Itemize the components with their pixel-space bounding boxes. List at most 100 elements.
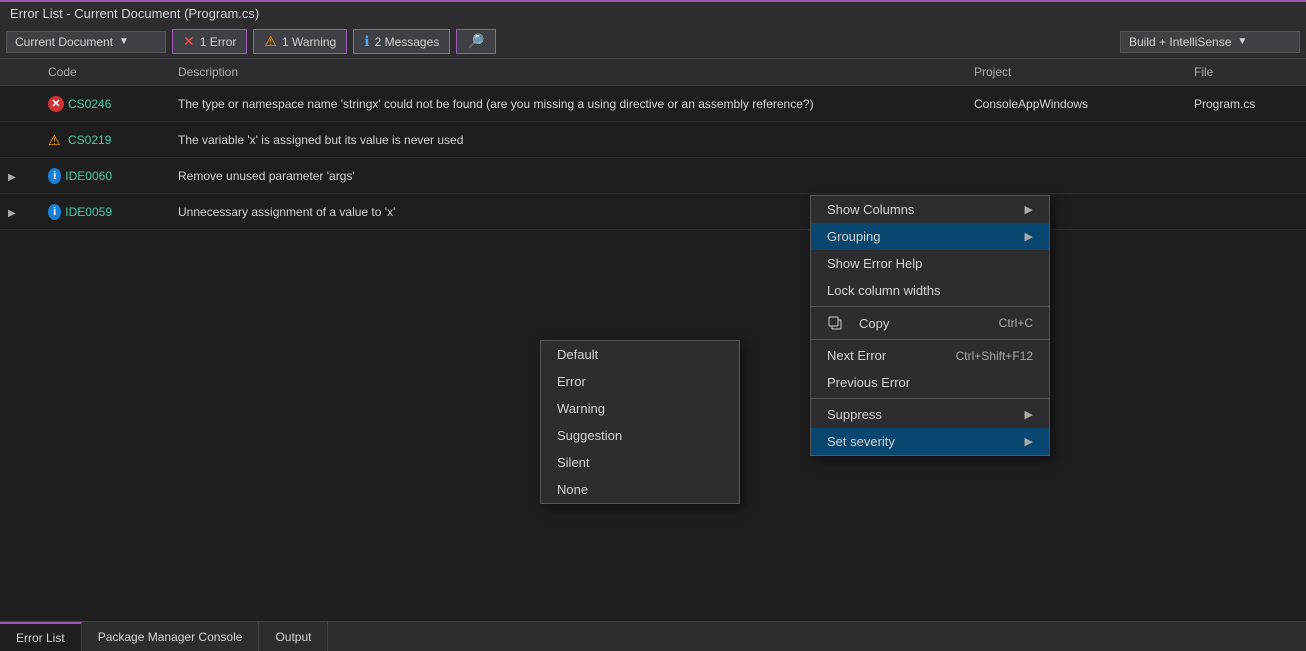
expand-arrow-icon: ▶ <box>8 172 16 183</box>
warning-filter-label: 1 Warning <box>282 35 336 49</box>
next-error-label: Next Error <box>827 348 886 363</box>
warning-icon: ⚠ <box>264 33 277 50</box>
submenu-item-none[interactable]: None <box>541 476 739 503</box>
info-icon: i <box>48 204 61 220</box>
error-icon: ✕ <box>48 96 64 112</box>
show-columns-label: Show Columns <box>827 202 914 217</box>
row-expand-col <box>0 100 40 108</box>
messages-filter-label: 2 Messages <box>375 35 440 49</box>
tab-output-label: Output <box>275 630 311 644</box>
col-header-code[interactable]: Code <box>40 63 120 81</box>
row-icon-col <box>120 208 170 216</box>
lock-columns-label: Lock column widths <box>827 283 940 298</box>
menu-copy[interactable]: Copy Ctrl+C <box>811 309 1049 337</box>
submenu-item-warning[interactable]: Warning <box>541 395 739 422</box>
error-filter-button[interactable]: ✕ 1 Error <box>172 29 247 54</box>
none-label: None <box>557 482 588 497</box>
set-severity-label: Set severity <box>827 434 895 449</box>
chevron-down-icon-build: ▼ <box>1237 36 1247 47</box>
warning-label: Warning <box>557 401 605 416</box>
row-project-col <box>966 172 1186 180</box>
show-error-help-label: Show Error Help <box>827 256 922 271</box>
row-file-col <box>1186 136 1306 144</box>
table-row[interactable]: ⚠ CS0219 The variable 'x' is assigned bu… <box>0 122 1306 158</box>
row-description-col: Remove unused parameter 'args' <box>170 165 966 187</box>
menu-suppress[interactable]: Suppress ▶ <box>811 401 1049 428</box>
warning-icon: ⚠ <box>48 132 64 148</box>
row-icon-col <box>120 172 170 180</box>
submenu-item-suggestion[interactable]: Suggestion <box>541 422 739 449</box>
warning-filter-button[interactable]: ⚠ 1 Warning <box>253 29 347 54</box>
error-icon: ✕ <box>183 33 195 50</box>
row-project-col: ConsoleAppWindows <box>966 93 1186 115</box>
table-row[interactable]: ▶ i IDE0060 Remove unused parameter 'arg… <box>0 158 1306 194</box>
menu-next-error[interactable]: Next Error Ctrl+Shift+F12 <box>811 342 1049 369</box>
tab-package-manager-label: Package Manager Console <box>98 630 243 644</box>
title-bar: Error List - Current Document (Program.c… <box>0 0 1306 25</box>
menu-separator-3 <box>811 398 1049 399</box>
table-row[interactable]: ▶ i IDE0059 Unnecessary assignment of a … <box>0 194 1306 230</box>
menu-show-error-help[interactable]: Show Error Help <box>811 250 1049 277</box>
tab-output[interactable]: Output <box>259 622 328 651</box>
row-expand-col[interactable]: ▶ <box>0 201 40 223</box>
warning-code[interactable]: CS0219 <box>68 133 111 147</box>
menu-separator-2 <box>811 339 1049 340</box>
col-header-project[interactable]: Project <box>966 63 1186 81</box>
row-code-col: ⚠ CS0219 <box>40 128 120 152</box>
tab-error-list[interactable]: Error List <box>0 622 82 651</box>
chevron-down-icon: ▼ <box>119 36 129 47</box>
col-header-description[interactable]: Description <box>170 63 966 81</box>
table-header: Code Description Project File <box>0 59 1306 86</box>
info-icon: ℹ <box>364 33 369 50</box>
submenu-item-default[interactable]: Default <box>541 341 739 368</box>
row-icon-col <box>120 100 170 108</box>
row-project-col <box>966 136 1186 144</box>
row-code-col: ✕ CS0246 <box>40 92 120 116</box>
title-text: Error List - Current Document (Program.c… <box>10 6 259 21</box>
row-icon-col <box>120 136 170 144</box>
row-description-col: The type or namespace name 'stringx' cou… <box>170 93 966 115</box>
copy-shortcut: Ctrl+C <box>999 316 1033 330</box>
col-header-icon <box>120 63 170 81</box>
expand-arrow-icon: ▶ <box>8 208 16 219</box>
submenu-arrow-icon-2: ▶ <box>1025 230 1033 243</box>
error-label: Error <box>557 374 586 389</box>
menu-grouping[interactable]: Grouping ▶ <box>811 223 1049 250</box>
tab-error-list-label: Error List <box>16 631 65 645</box>
col-header-file[interactable]: File <box>1186 63 1306 81</box>
document-dropdown[interactable]: Current Document ▼ <box>6 31 166 53</box>
next-error-shortcut: Ctrl+Shift+F12 <box>956 349 1033 363</box>
context-menu-main: Show Columns ▶ Grouping ▶ Show Error Hel… <box>810 195 1050 456</box>
copy-icon <box>827 315 843 331</box>
submenu-set-severity: Default Error Warning Suggestion Silent … <box>540 340 740 504</box>
table-row[interactable]: ✕ CS0246 The type or namespace name 'str… <box>0 86 1306 122</box>
default-label: Default <box>557 347 598 362</box>
build-dropdown[interactable]: Build + IntelliSense ▼ <box>1120 31 1300 53</box>
submenu-arrow-icon: ▶ <box>1025 203 1033 216</box>
menu-lock-columns[interactable]: Lock column widths <box>811 277 1049 304</box>
row-code-col: i IDE0059 <box>40 200 120 224</box>
document-dropdown-label: Current Document <box>15 35 113 49</box>
row-file-col: Program.cs <box>1186 93 1306 115</box>
error-code[interactable]: CS0246 <box>68 97 111 111</box>
tab-package-manager-console[interactable]: Package Manager Console <box>82 622 260 651</box>
row-expand-col[interactable]: ▶ <box>0 165 40 187</box>
bottom-tabs: Error List Package Manager Console Outpu… <box>0 621 1306 651</box>
submenu-item-error[interactable]: Error <box>541 368 739 395</box>
menu-previous-error[interactable]: Previous Error <box>811 369 1049 396</box>
info-code-2[interactable]: IDE0059 <box>65 205 112 219</box>
silent-label: Silent <box>557 455 590 470</box>
submenu-item-silent[interactable]: Silent <box>541 449 739 476</box>
row-description-col: The variable 'x' is assigned but its val… <box>170 129 966 151</box>
menu-set-severity[interactable]: Set severity ▶ <box>811 428 1049 455</box>
messages-filter-button[interactable]: ℹ 2 Messages <box>353 29 450 54</box>
row-file-col <box>1186 172 1306 180</box>
menu-show-columns[interactable]: Show Columns ▶ <box>811 196 1049 223</box>
row-expand-col <box>0 136 40 144</box>
copy-label: Copy <box>859 316 889 331</box>
info-code[interactable]: IDE0060 <box>65 169 112 183</box>
submenu-arrow-icon-3: ▶ <box>1025 408 1033 421</box>
submenu-arrow-icon-4: ▶ <box>1025 435 1033 448</box>
scope-filter-button[interactable]: 🔎 <box>456 29 495 54</box>
toolbar: Current Document ▼ ✕ 1 Error ⚠ 1 Warning… <box>0 25 1306 59</box>
